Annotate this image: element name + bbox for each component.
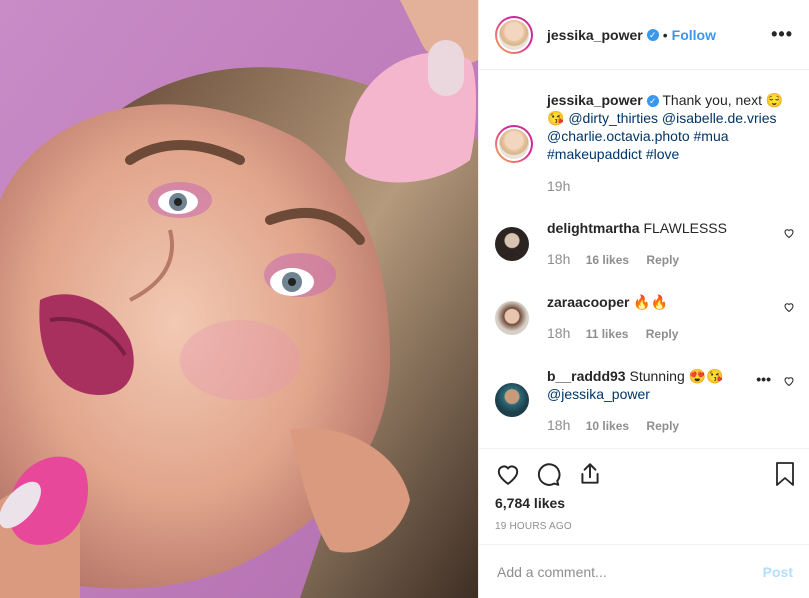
commenter-avatar[interactable] (495, 301, 529, 335)
comment-text: delightmartha FLAWLESSS (547, 219, 767, 237)
comment-input[interactable] (495, 562, 763, 581)
author-avatar[interactable] (495, 15, 533, 54)
add-comment-bar: Post (479, 544, 809, 598)
likes-count[interactable]: 6,784 likes (495, 495, 565, 511)
post-header: jessika_power ✓ • Follow ••• (479, 0, 809, 70)
comment-text: b__raddd93 Stunning 😍😘 @jessika_power (547, 367, 767, 403)
comment-like-heart-icon[interactable] (783, 301, 795, 313)
caption-username[interactable]: jessika_power (547, 92, 643, 108)
commenter-username[interactable]: zaraacooper (547, 294, 629, 310)
comment-time: 18h (547, 251, 571, 267)
commenter-avatar[interactable] (495, 227, 529, 261)
comment-options-icon[interactable]: ••• (756, 371, 771, 387)
comment-like-heart-icon[interactable] (783, 375, 795, 387)
header-separator: • (662, 26, 668, 43)
mention-link[interactable]: @charlie.octavia.photo (547, 128, 690, 144)
post-actions: 6,784 likes 19 HOURS AGO (479, 448, 809, 545)
comment-body: 🔥🔥 (629, 294, 669, 310)
comment-time: 18h (547, 417, 571, 433)
mention-link[interactable]: @jessika_power (547, 386, 650, 402)
comment-body: Stunning 😍😘 (625, 368, 724, 384)
share-icon[interactable] (577, 461, 603, 487)
comment-bubble-icon[interactable] (535, 461, 561, 487)
commenter-username[interactable]: b__raddd93 (547, 368, 626, 384)
hashtag-link[interactable]: #mua (694, 128, 729, 144)
author-username[interactable]: jessika_power (547, 27, 643, 43)
verified-badge-icon: ✓ (646, 95, 659, 107)
comment-like-heart-icon[interactable] (783, 227, 795, 239)
more-options-icon[interactable]: ••• (771, 24, 793, 45)
caption-time: 19h (547, 178, 571, 194)
commenter-avatar[interactable] (495, 383, 529, 417)
comment-body: FLAWLESSS (639, 220, 727, 236)
comments-section[interactable]: jessika_power ✓ Thank you, next 😌😘 @dirty… (479, 71, 809, 448)
post-comment-button[interactable]: Post (763, 564, 793, 580)
caption-text: jessika_power ✓ Thank you, next 😌😘 @dirty… (547, 91, 797, 195)
bookmark-icon[interactable] (773, 461, 797, 487)
reply-button[interactable]: Reply (646, 253, 679, 267)
verified-badge-icon: ✓ (646, 28, 659, 41)
reply-button[interactable]: Reply (646, 327, 679, 341)
comment-likes[interactable]: 11 likes (586, 327, 629, 341)
caption-avatar[interactable] (495, 125, 533, 163)
post-timestamp[interactable]: 19 HOURS AGO (495, 521, 572, 532)
mention-link[interactable]: @dirty_thirties (568, 110, 658, 126)
commenter-username[interactable]: delightmartha (547, 220, 640, 236)
comment-text: zaraacooper 🔥🔥 (547, 293, 767, 311)
instagram-post: jessika_power ✓ • Follow ••• jessika_pow… (0, 0, 809, 598)
comment-meta: 18h 10 likes Reply (547, 417, 693, 433)
like-heart-icon[interactable] (495, 461, 521, 487)
hashtag-link[interactable]: #love (646, 146, 679, 162)
comment-likes[interactable]: 10 likes (586, 419, 629, 433)
post-side-panel: jessika_power ✓ • Follow ••• jessika_pow… (478, 0, 809, 598)
comment-meta: 18h 11 likes Reply (547, 325, 692, 341)
follow-button[interactable]: Follow (672, 27, 716, 43)
reply-button[interactable]: Reply (646, 419, 679, 433)
portrait-image (0, 0, 478, 598)
mention-link[interactable]: @isabelle.de.vries (662, 110, 777, 126)
comment-likes[interactable]: 16 likes (586, 253, 629, 267)
hashtag-link[interactable]: #makeupaddict (547, 146, 642, 162)
post-photo[interactable] (0, 0, 478, 598)
comment-time: 18h (547, 325, 571, 341)
comment-meta: 18h 16 likes Reply (547, 251, 693, 267)
